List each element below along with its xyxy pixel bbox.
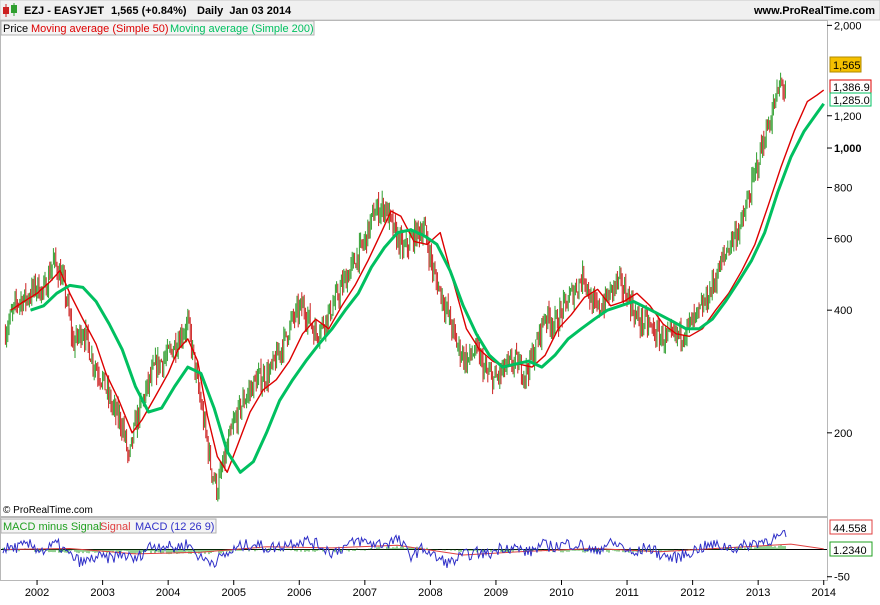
- badge-last-price-text: 1,565: [833, 60, 861, 72]
- x-axis-label: 2010: [549, 587, 573, 599]
- badge-sma50: 1,386.9: [829, 79, 872, 94]
- price-axis-label: 400: [834, 305, 852, 317]
- price-axis-label: 200: [834, 428, 852, 440]
- legend-price: Price: [3, 23, 28, 35]
- badge-sma50-text: 1,386.9: [833, 82, 870, 94]
- x-axis-label: 2003: [90, 587, 114, 599]
- x-axis-label: 2009: [484, 587, 508, 599]
- badge-macd: 44.558: [829, 519, 873, 535]
- legend-macd: MACD (12 26 9): [135, 521, 214, 533]
- price-axis-label: 1,000: [834, 143, 862, 155]
- badge-sma200: 1,285.0: [829, 92, 872, 107]
- x-axis-label: 2012: [680, 587, 704, 599]
- badge-sma200-text: 1,285.0: [833, 95, 870, 107]
- price-axis-label: 800: [834, 183, 852, 195]
- price-axis-label: 1,200: [834, 111, 862, 123]
- legend-sma200: Moving average (Simple 200): [170, 23, 314, 35]
- x-axis-label: 2014: [811, 587, 835, 599]
- price-axis-label: 2,000: [834, 20, 862, 32]
- price-axis-label: 600: [834, 233, 852, 245]
- x-axis-label: 2013: [746, 587, 770, 599]
- header-symbol: EZJ - EASYJET: [24, 5, 104, 17]
- legend-macd-hist: MACD minus Signal: [3, 521, 101, 533]
- legend-signal: Signal: [100, 521, 131, 533]
- badge-macd-text: 44.558: [833, 523, 867, 535]
- x-axis-label: 2005: [221, 587, 245, 599]
- x-axis-label: 2008: [418, 587, 442, 599]
- x-axis-label: 2007: [353, 587, 377, 599]
- price-panel-frame: [0, 20, 828, 517]
- macd-axis-label: -50: [834, 572, 850, 584]
- x-axis-label: 2011: [615, 587, 639, 599]
- badge-signal: 1.2340: [829, 541, 873, 557]
- legend-sma50: Moving average (Simple 50): [31, 23, 169, 35]
- copyright-label: © ProRealTime.com: [3, 505, 93, 516]
- badge-signal-text: 1.2340: [833, 545, 867, 557]
- x-axis-label: 2002: [25, 587, 49, 599]
- header-period: Daily Jan 03 2014: [197, 5, 292, 17]
- chart-root: EZJ - EASYJET 1,565 (+0.84%) Daily Jan 0…: [0, 0, 880, 600]
- x-axis-label: 2006: [287, 587, 311, 599]
- badge-last-price: 1,565: [829, 56, 862, 73]
- x-axis-label: 2004: [156, 587, 180, 599]
- macd-legend: MACD minus Signal Signal MACD (12 26 9): [0, 518, 217, 534]
- header-quote: 1,565 (+0.84%): [111, 5, 187, 17]
- price-legend: Price Moving average (Simple 50) Moving …: [0, 20, 315, 36]
- header-site[interactable]: www.ProRealTime.com: [753, 5, 875, 17]
- chart-svg: EZJ - EASYJET 1,565 (+0.84%) Daily Jan 0…: [0, 0, 880, 599]
